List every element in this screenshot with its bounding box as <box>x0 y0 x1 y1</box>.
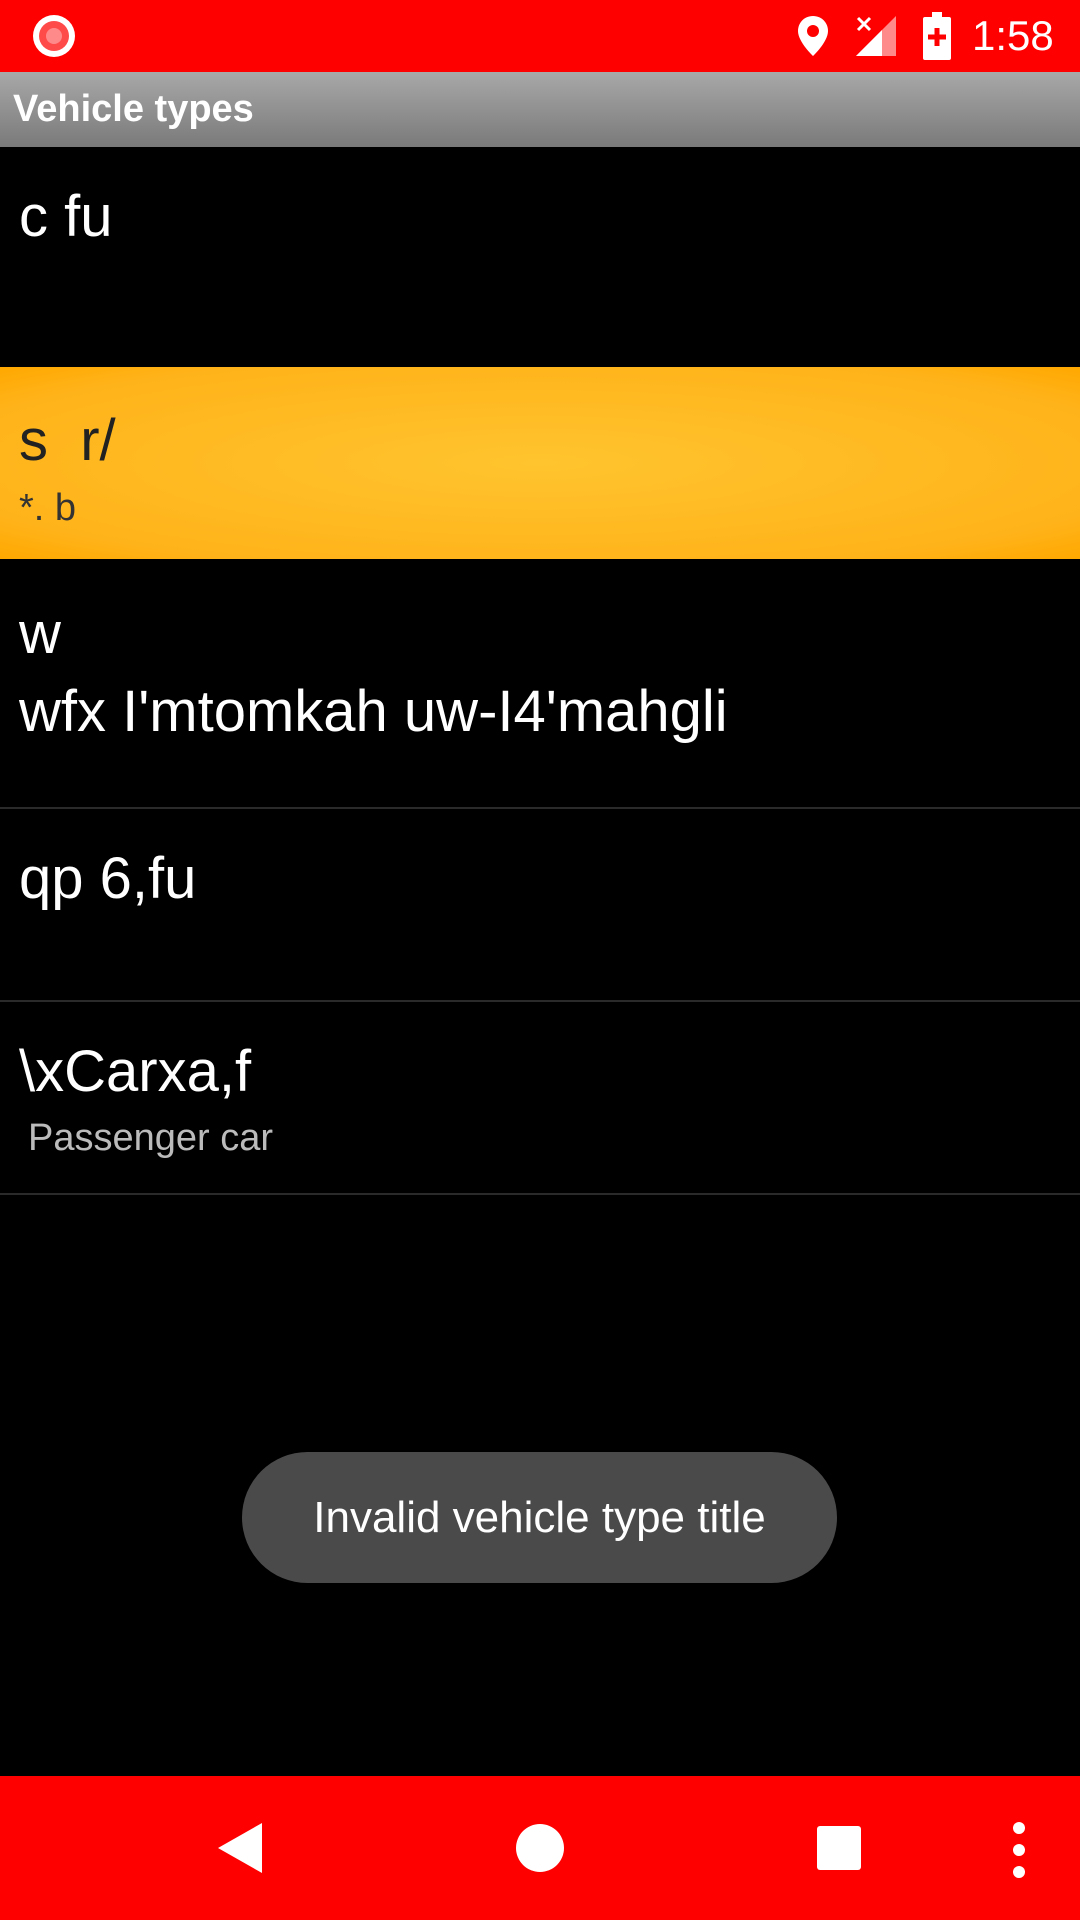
list-item[interactable]: w wfx I'mtomkah uw-I4'mahgli <box>0 559 1080 809</box>
app-bar: Vehicle types <box>0 72 1080 147</box>
list-item[interactable]: qp 6,fu <box>0 809 1080 1002</box>
list-item-title: qp 6,fu <box>19 846 197 911</box>
list-item[interactable]: c fu <box>0 147 1080 367</box>
overflow-menu-icon[interactable] <box>1011 1820 1027 1880</box>
vehicle-type-list: c fu s r/ *. b w wfx I'mtomkah uw-I4'mah… <box>0 147 1080 1195</box>
toast: Invalid vehicle type title <box>242 1452 837 1583</box>
list-item-selected[interactable]: s r/ *. b <box>0 367 1080 559</box>
list-item-subtitle: *. b <box>19 487 77 529</box>
back-icon[interactable] <box>214 1821 264 1875</box>
location-icon <box>798 16 828 56</box>
status-bar: 1:58 <box>0 0 1080 72</box>
home-icon[interactable] <box>516 1824 564 1872</box>
list-item[interactable]: \xCarxa,f Passenger car <box>0 1002 1080 1195</box>
list-item-title: c fu <box>19 184 113 249</box>
toast-message: Invalid vehicle type title <box>313 1492 766 1542</box>
page-title: Vehicle types <box>13 88 254 130</box>
list-item-title: w wfx I'mtomkah uw-I4'mahgli <box>19 601 728 744</box>
battery-charging-icon <box>923 12 951 60</box>
navigation-bar <box>0 1776 1080 1920</box>
recents-icon[interactable] <box>817 1826 861 1870</box>
status-clock: 1:58 <box>972 12 1054 59</box>
no-signal-icon <box>856 16 896 56</box>
list-item-title: \xCarxa,f <box>19 1039 252 1104</box>
list-item-title: s r/ <box>19 408 116 473</box>
list-item-subtitle: Passenger car <box>28 1117 274 1159</box>
screen-record-icon <box>33 15 75 57</box>
